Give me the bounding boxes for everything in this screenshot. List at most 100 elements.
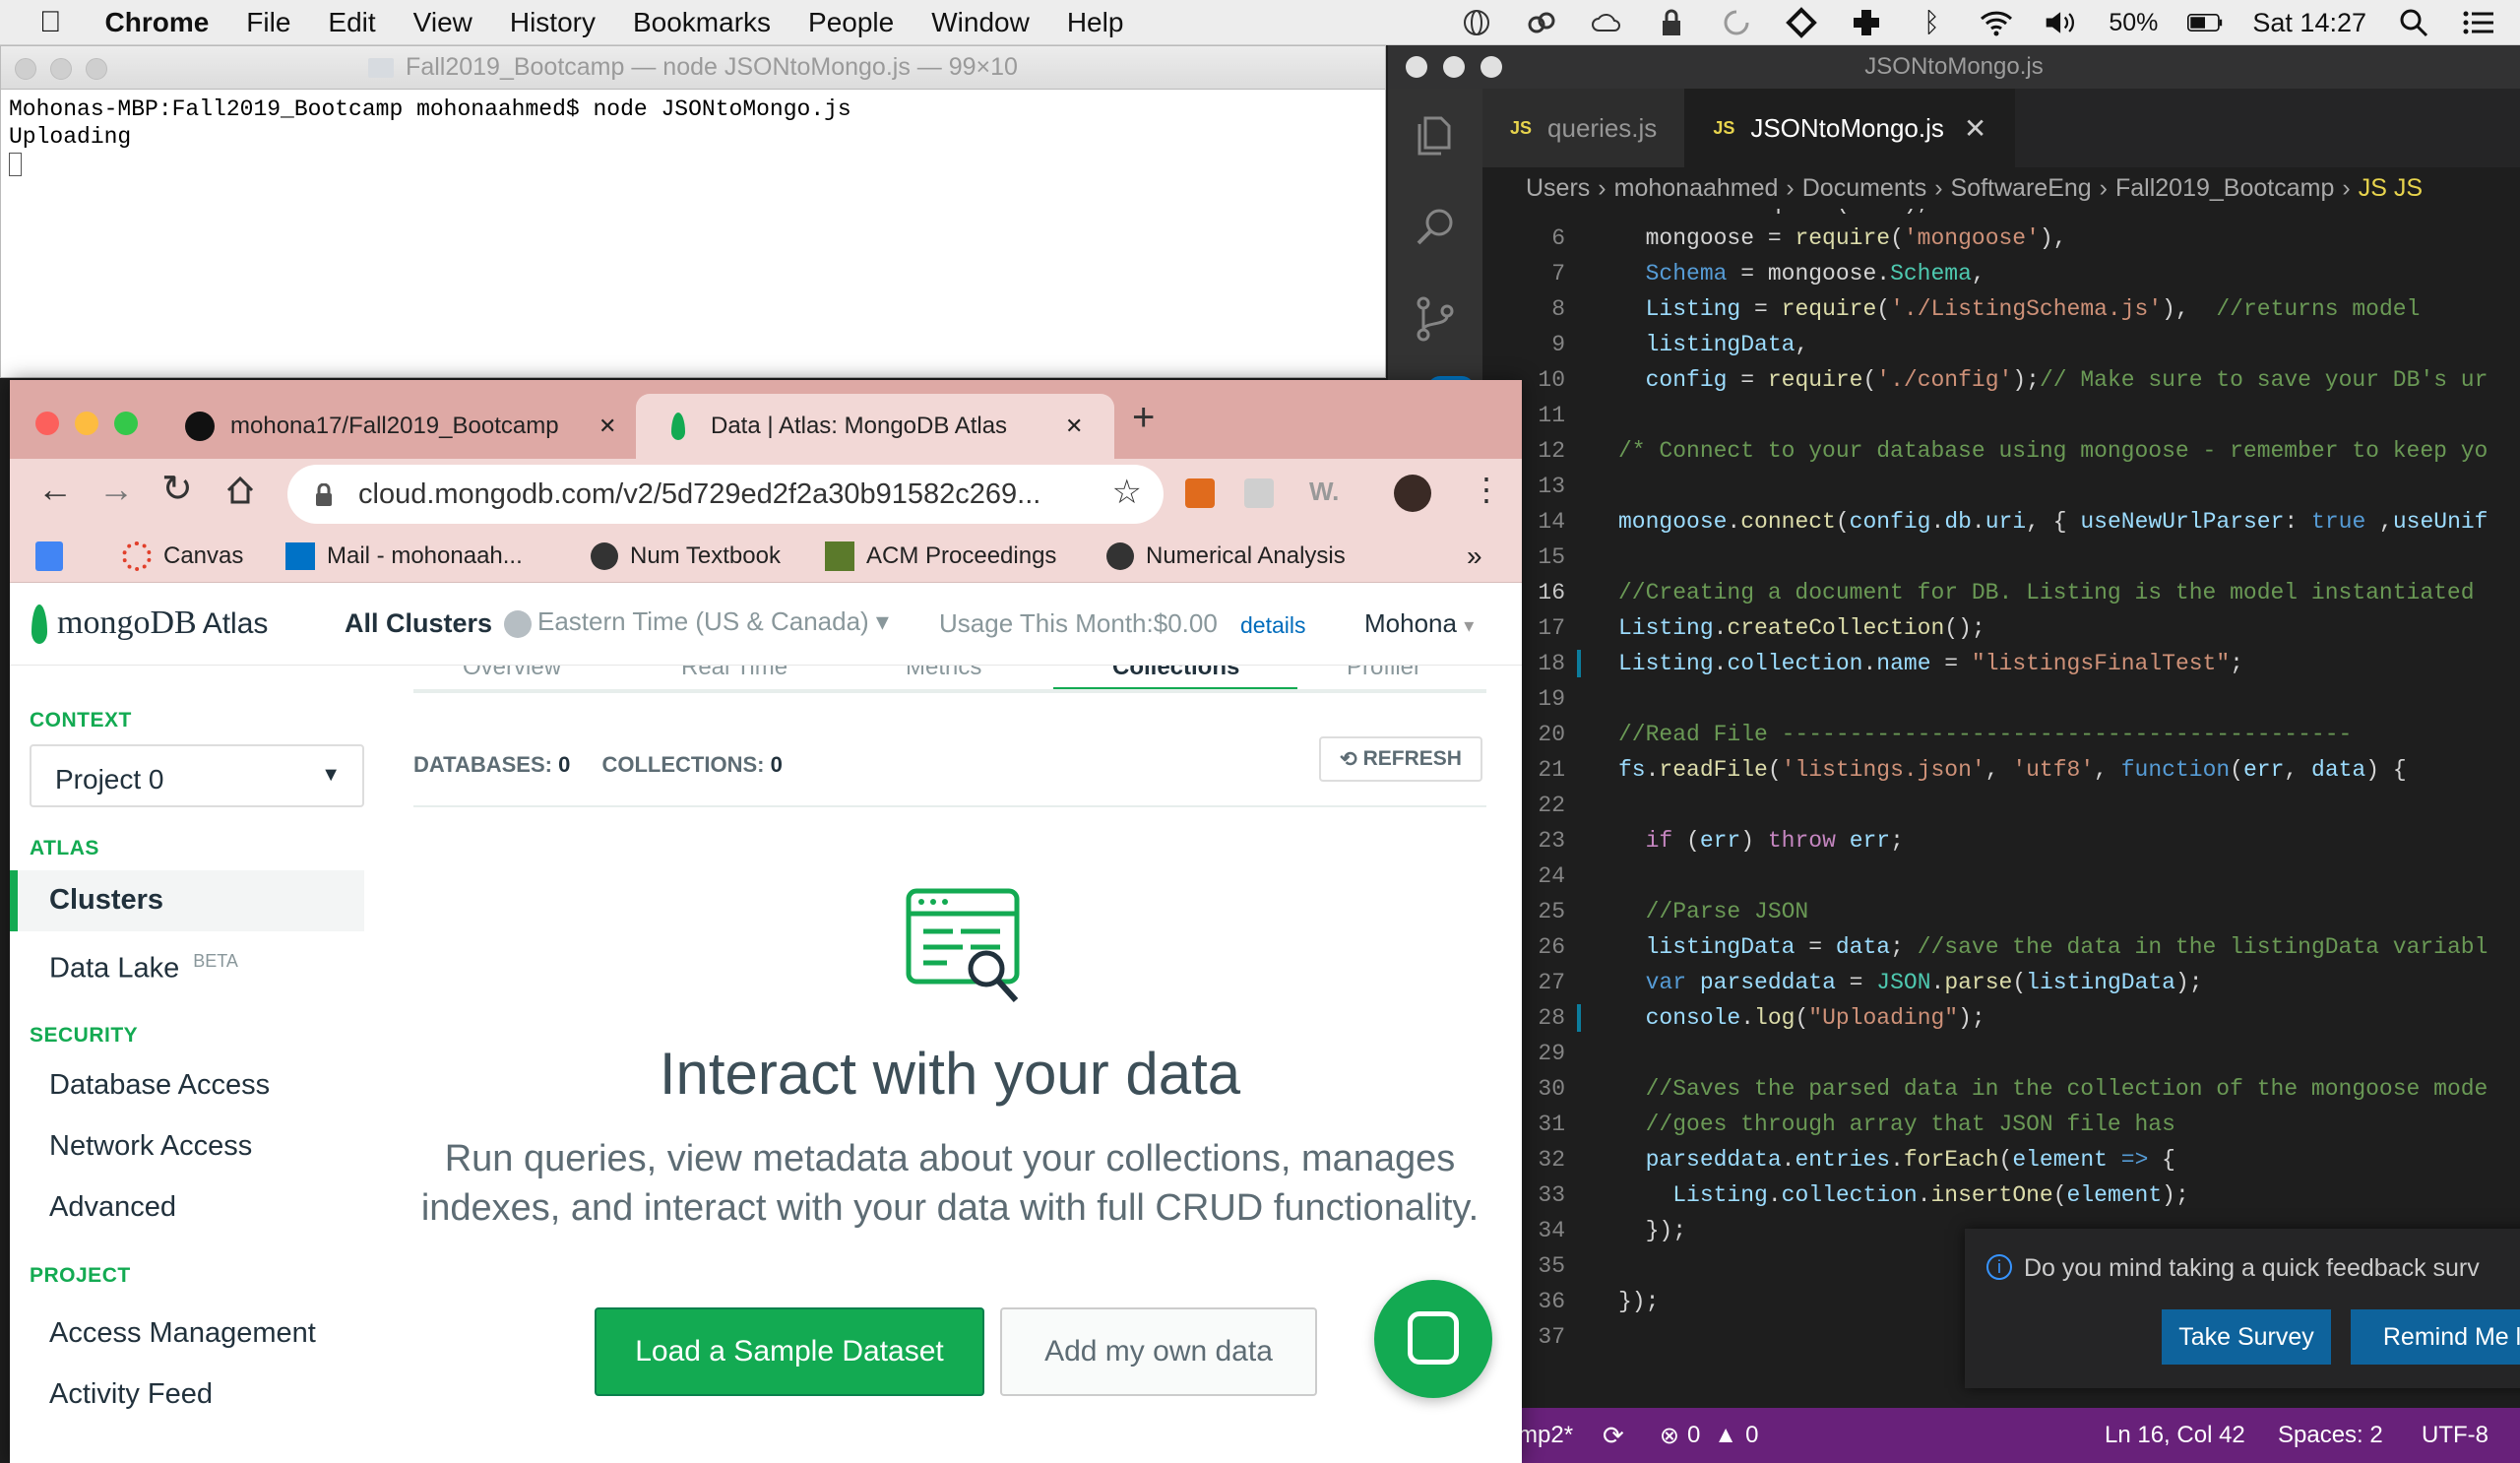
code-line[interactable]: 33 Listing.collection.insertOne(element)… [1482, 1177, 2520, 1213]
chrome-menu-icon[interactable]: ⋮ [1471, 471, 1502, 508]
source-control-icon[interactable] [1412, 295, 1459, 343]
code-line[interactable]: 23 if (err) throw err; [1482, 823, 2520, 859]
reload-icon[interactable]: ↻ [161, 467, 193, 511]
code-line[interactable]: 13 [1482, 469, 2520, 504]
user-menu[interactable]: Mohona ▾ [1364, 608, 1474, 639]
menu-bookmarks[interactable]: Bookmarks [633, 7, 771, 38]
dropbox-icon[interactable] [1784, 5, 1819, 40]
close-button[interactable] [15, 58, 36, 80]
minimize-button[interactable] [75, 412, 98, 435]
search-icon[interactable] [1412, 203, 1459, 250]
code-line[interactable]: 20//Read File --------------------------… [1482, 717, 2520, 752]
branch-name[interactable]: mp2* [1518, 1422, 1573, 1449]
menu-app-name[interactable]: Chrome [105, 7, 210, 38]
sidebar-item-access-management[interactable]: Access Management [49, 1317, 316, 1350]
menu-people[interactable]: People [808, 7, 894, 38]
menu-history[interactable]: History [510, 7, 596, 38]
project-select[interactable]: Project 0 ▼ [30, 744, 364, 807]
code-line[interactable]: 32 parseddata.entries.forEach(element =>… [1482, 1142, 2520, 1177]
code-line[interactable]: 29 [1482, 1036, 2520, 1071]
close-tab-icon[interactable]: ✕ [1964, 112, 1986, 145]
close-button[interactable] [1406, 56, 1427, 78]
code-line[interactable]: 10 config = require('./config');// Make … [1482, 362, 2520, 398]
tab-collections[interactable]: Collections [1112, 666, 1239, 681]
code-line[interactable]: 12/* Connect to your database using mong… [1482, 433, 2520, 469]
indentation[interactable]: Spaces: 2 [2278, 1422, 2383, 1449]
intercom-chat-button[interactable] [1374, 1280, 1492, 1398]
bookmark-numerical-analysis[interactable]: Numerical Analysis [1106, 530, 1346, 583]
code-line[interactable]: 14 mongoose.connect(config.db.uri, { useN… [1482, 504, 2520, 540]
add-my-own-data-button[interactable]: Add my own data [1000, 1307, 1317, 1396]
apps-icon[interactable] [35, 530, 63, 583]
code-line[interactable]: 9 listingData, [1482, 327, 2520, 362]
bookmark-acm[interactable]: ACM Proceedings [825, 530, 1056, 583]
tab-profiler[interactable]: Profiler [1347, 666, 1421, 681]
code-line[interactable]: 27 var parseddata = JSON.parse(listingDa… [1482, 965, 2520, 1000]
extension-icon[interactable] [1244, 478, 1274, 508]
bluetooth-icon[interactable]: ᛒ [1914, 5, 1949, 40]
sidebar-item-network-access[interactable]: Network Access [49, 1130, 252, 1163]
tab-github[interactable]: mohona17/Fall2019_Bootcamp ✕ [185, 394, 634, 459]
zoom-button[interactable] [86, 58, 107, 80]
bookmark-num-textbook[interactable]: Num Textbook [591, 530, 781, 583]
code-line[interactable]: 5 var fs = require('fs'), [1482, 209, 2520, 221]
code-line[interactable]: 31 //goes through array that JSON file h… [1482, 1107, 2520, 1142]
extension-w-icon[interactable]: W. [1309, 477, 1339, 507]
back-icon[interactable]: ← [37, 469, 73, 510]
code-line[interactable]: 6 mongoose = require('mongoose'), [1482, 221, 2520, 256]
code-line[interactable]: 7 Schema = mongoose.Schema, [1482, 256, 2520, 291]
minimize-button[interactable] [1443, 56, 1465, 78]
code-line[interactable]: 21 fs.readFile('listings.json', 'utf8', f… [1482, 752, 2520, 788]
zoom-button[interactable] [1480, 56, 1502, 78]
bookmark-star-icon[interactable]: ☆ [1112, 473, 1142, 512]
code-line[interactable]: 25 //Parse JSON [1482, 894, 2520, 929]
more-bookmarks-icon[interactable]: » [1467, 530, 1482, 583]
clock[interactable]: Sat 14:27 [2252, 8, 2366, 38]
breadcrumb-item[interactable]: Users [1526, 174, 1590, 203]
wifi-icon[interactable] [1979, 5, 2014, 40]
code-line[interactable]: 26 listingData = data; //save the data i… [1482, 929, 2520, 965]
new-tab-button[interactable]: + [1132, 396, 1155, 440]
zoom-button[interactable] [114, 412, 138, 435]
tab-real-time[interactable]: Real Time [681, 666, 788, 681]
close-button[interactable] [35, 412, 59, 435]
cursor-position[interactable]: Ln 16, Col 42 [2105, 1422, 2245, 1449]
sidebar-item-clusters[interactable]: Clusters [10, 870, 364, 931]
explorer-icon[interactable] [1412, 112, 1459, 159]
tab-atlas[interactable]: Data | Atlas: MongoDB Atlas ✕ [636, 394, 1114, 459]
code-line[interactable]: 8 Listing = require('./ListingSchema.js'… [1482, 291, 2520, 327]
sync-icon[interactable] [1719, 5, 1754, 40]
cloud-icon[interactable] [1589, 5, 1624, 40]
code-line[interactable]: 18 Listing.collection.name = "listingsFin… [1482, 646, 2520, 681]
menu-view[interactable]: View [413, 7, 472, 38]
medical-plus-icon[interactable] [1849, 5, 1884, 40]
creative-cloud-icon[interactable] [1524, 5, 1559, 40]
sidebar-item-database-access[interactable]: Database Access [49, 1069, 270, 1102]
close-tab-icon[interactable]: ✕ [598, 413, 616, 439]
breadcrumb-item[interactable]: SoftwareEng [1951, 174, 2092, 203]
code-line[interactable]: 24 [1482, 859, 2520, 894]
extension-icon[interactable] [1185, 478, 1215, 508]
all-clusters-link[interactable]: All Clusters [345, 608, 492, 639]
menu-file[interactable]: File [246, 7, 290, 38]
code-line[interactable]: 15 [1482, 540, 2520, 575]
forward-icon[interactable]: → [98, 469, 134, 510]
sidebar-item-advanced[interactable]: Advanced [49, 1191, 176, 1224]
tab-metrics[interactable]: Metrics [906, 666, 981, 681]
breadcrumb-item[interactable]: Fall2019_Bootcamp [2115, 174, 2334, 203]
sidebar-item-data-lake[interactable]: Data Lake BETA [49, 951, 238, 986]
breadcrumb-item[interactable]: JS JS [2359, 174, 2423, 203]
minimize-button[interactable] [50, 58, 72, 80]
breadcrumb-item[interactable]: mohonaahmed [1614, 174, 1779, 203]
address-bar[interactable]: cloud.mongodb.com/v2/5d729ed2f2a30b91582… [287, 465, 1164, 524]
error-icon[interactable]: ⊗ [1660, 1422, 1679, 1450]
code-line[interactable]: 28 console.log("Uploading"); [1482, 1000, 2520, 1036]
globe-icon[interactable] [1459, 5, 1494, 40]
terminal-output[interactable]: Mohonas-MBP:Fall2019_Bootcamp mohonaahme… [1, 90, 1385, 184]
warning-icon[interactable]: ▲ [1714, 1422, 1737, 1449]
refresh-button[interactable]: ⟲ REFRESH [1319, 736, 1482, 782]
load-sample-dataset-button[interactable]: Load a Sample Dataset [595, 1307, 984, 1396]
battery-icon[interactable] [2187, 5, 2223, 40]
take-survey-button[interactable]: Take Survey [2162, 1309, 2331, 1365]
remind-me-later-button[interactable]: Remind Me la [2351, 1309, 2520, 1365]
